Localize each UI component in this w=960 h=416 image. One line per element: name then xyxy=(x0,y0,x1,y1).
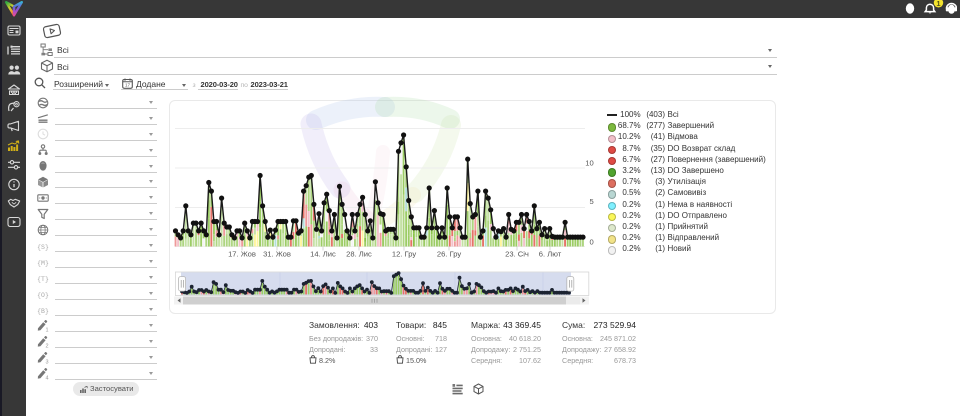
svg-text:26. Гру: 26. Гру xyxy=(437,250,461,259)
svg-text:10: 10 xyxy=(585,159,593,168)
svg-text:6. Лют: 6. Лют xyxy=(539,250,562,259)
svg-text:12. Гру: 12. Гру xyxy=(392,250,416,259)
svg-text:28. Лис: 28. Лис xyxy=(346,250,372,259)
svg-text:23. Січ: 23. Січ xyxy=(505,250,529,259)
svg-text:0: 0 xyxy=(589,238,593,247)
svg-text:5: 5 xyxy=(589,197,593,206)
svg-text:17. Жов: 17. Жов xyxy=(228,250,256,259)
svg-text:14. Лис: 14. Лис xyxy=(310,250,336,259)
svg-text:31. Жов: 31. Жов xyxy=(263,250,291,259)
